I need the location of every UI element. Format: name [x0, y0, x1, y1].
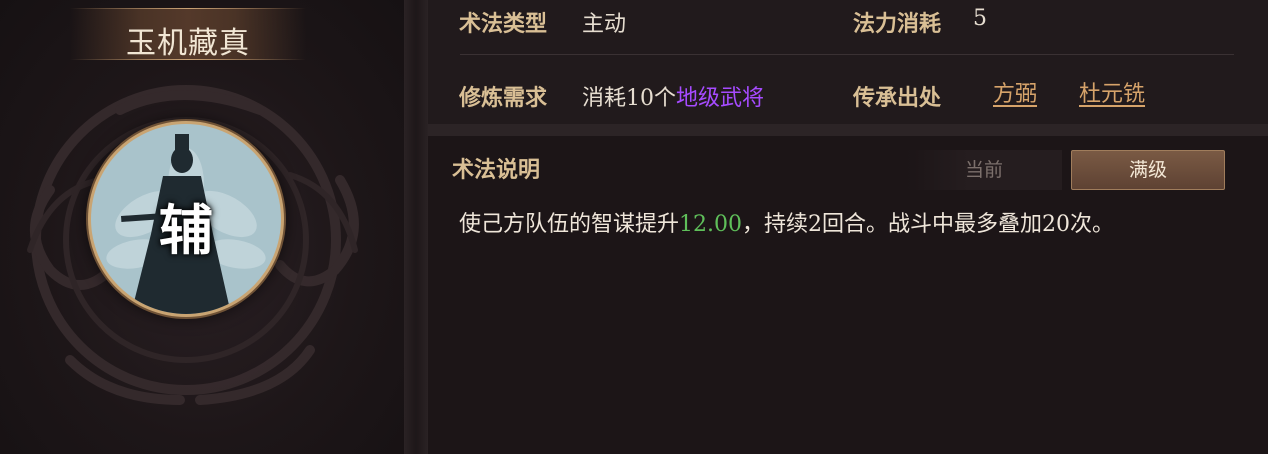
skill-role-char: 辅	[159, 198, 213, 262]
skill-portrait: 辅	[91, 124, 281, 314]
source-link-duyuanxian[interactable]: 杜元铣	[1079, 76, 1145, 108]
skill-card-panel: 玉机藏真 辅	[0, 0, 404, 454]
mana-cost-value: 5	[973, 6, 987, 31]
description-text: 使己方队伍的智谋提升12.00，持续2回合。战斗中最多叠加20次。	[459, 206, 1114, 238]
description-value: 12.00	[679, 212, 742, 237]
skill-name-plate: 玉机藏真	[70, 8, 306, 61]
panel-divider	[404, 0, 428, 454]
training-requirement-prefix: 消耗10个	[582, 86, 676, 111]
row-divider	[460, 54, 1234, 55]
skill-name: 玉机藏真	[126, 26, 250, 61]
section-divider	[428, 124, 1268, 136]
mana-cost-label: 法力消耗	[853, 11, 942, 37]
description-text-after: ，持续2回合。战斗中最多叠加20次。	[742, 212, 1114, 237]
source-link-fangbi[interactable]: 方弼	[993, 76, 1037, 108]
tab-max-level[interactable]: 满级	[1071, 150, 1225, 190]
skill-type-value: 主动	[582, 12, 627, 37]
description-text-before: 使己方队伍的智谋提升	[459, 212, 680, 237]
training-requirement-label: 修炼需求	[459, 85, 548, 111]
training-requirement-value: 消耗10个地级武将	[582, 80, 764, 112]
skill-type-label: 术法类型	[459, 11, 548, 37]
inheritance-source-label: 传承出处	[853, 85, 942, 111]
training-requirement-rank: 地级武将	[676, 86, 765, 111]
description-title: 术法说明	[452, 157, 541, 183]
tab-current-level[interactable]: 当前	[906, 150, 1062, 190]
